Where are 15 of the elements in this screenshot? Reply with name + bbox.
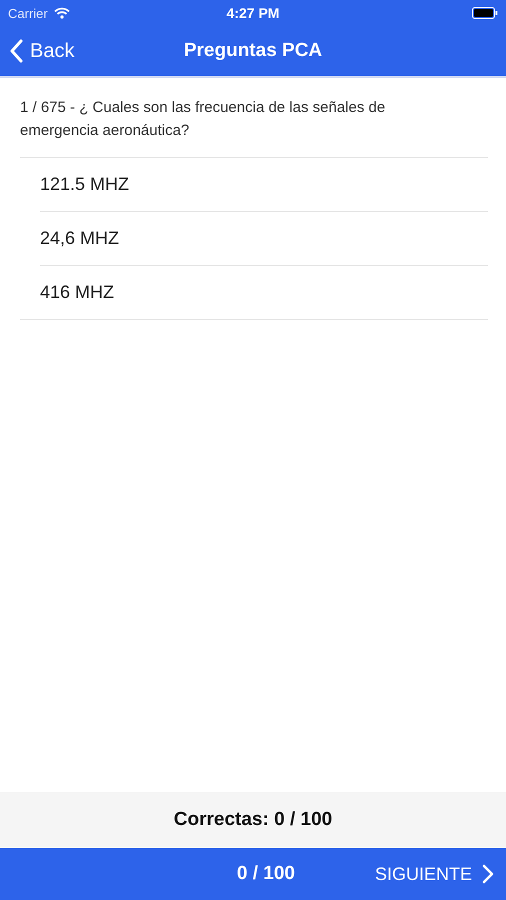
next-button[interactable]: SIGUIENTE: [374, 864, 506, 884]
carrier-label: Carrier: [8, 6, 48, 20]
screen-title: Preguntas PCA: [184, 40, 322, 62]
clock-time: 4:27 PM: [226, 5, 280, 21]
chevron-left-icon: [10, 39, 24, 63]
wifi-icon: [54, 7, 70, 19]
back-button[interactable]: Back: [0, 39, 84, 63]
answer-option[interactable]: 416 MHZ: [20, 266, 488, 320]
battery-icon: [472, 7, 498, 19]
answer-option[interactable]: 121.5 MHZ: [40, 158, 488, 212]
answer-option[interactable]: 24,6 MHZ: [40, 212, 488, 266]
question-text: 1 / 675 - ¿ Cuales son las frecuencia de las señales de emergencia aeronáutica?: [20, 96, 488, 158]
progress-count: 0 / 100: [236, 863, 295, 885]
chevron-right-icon: [482, 864, 494, 884]
score-text: Correctas: 0 / 100: [174, 809, 332, 831]
